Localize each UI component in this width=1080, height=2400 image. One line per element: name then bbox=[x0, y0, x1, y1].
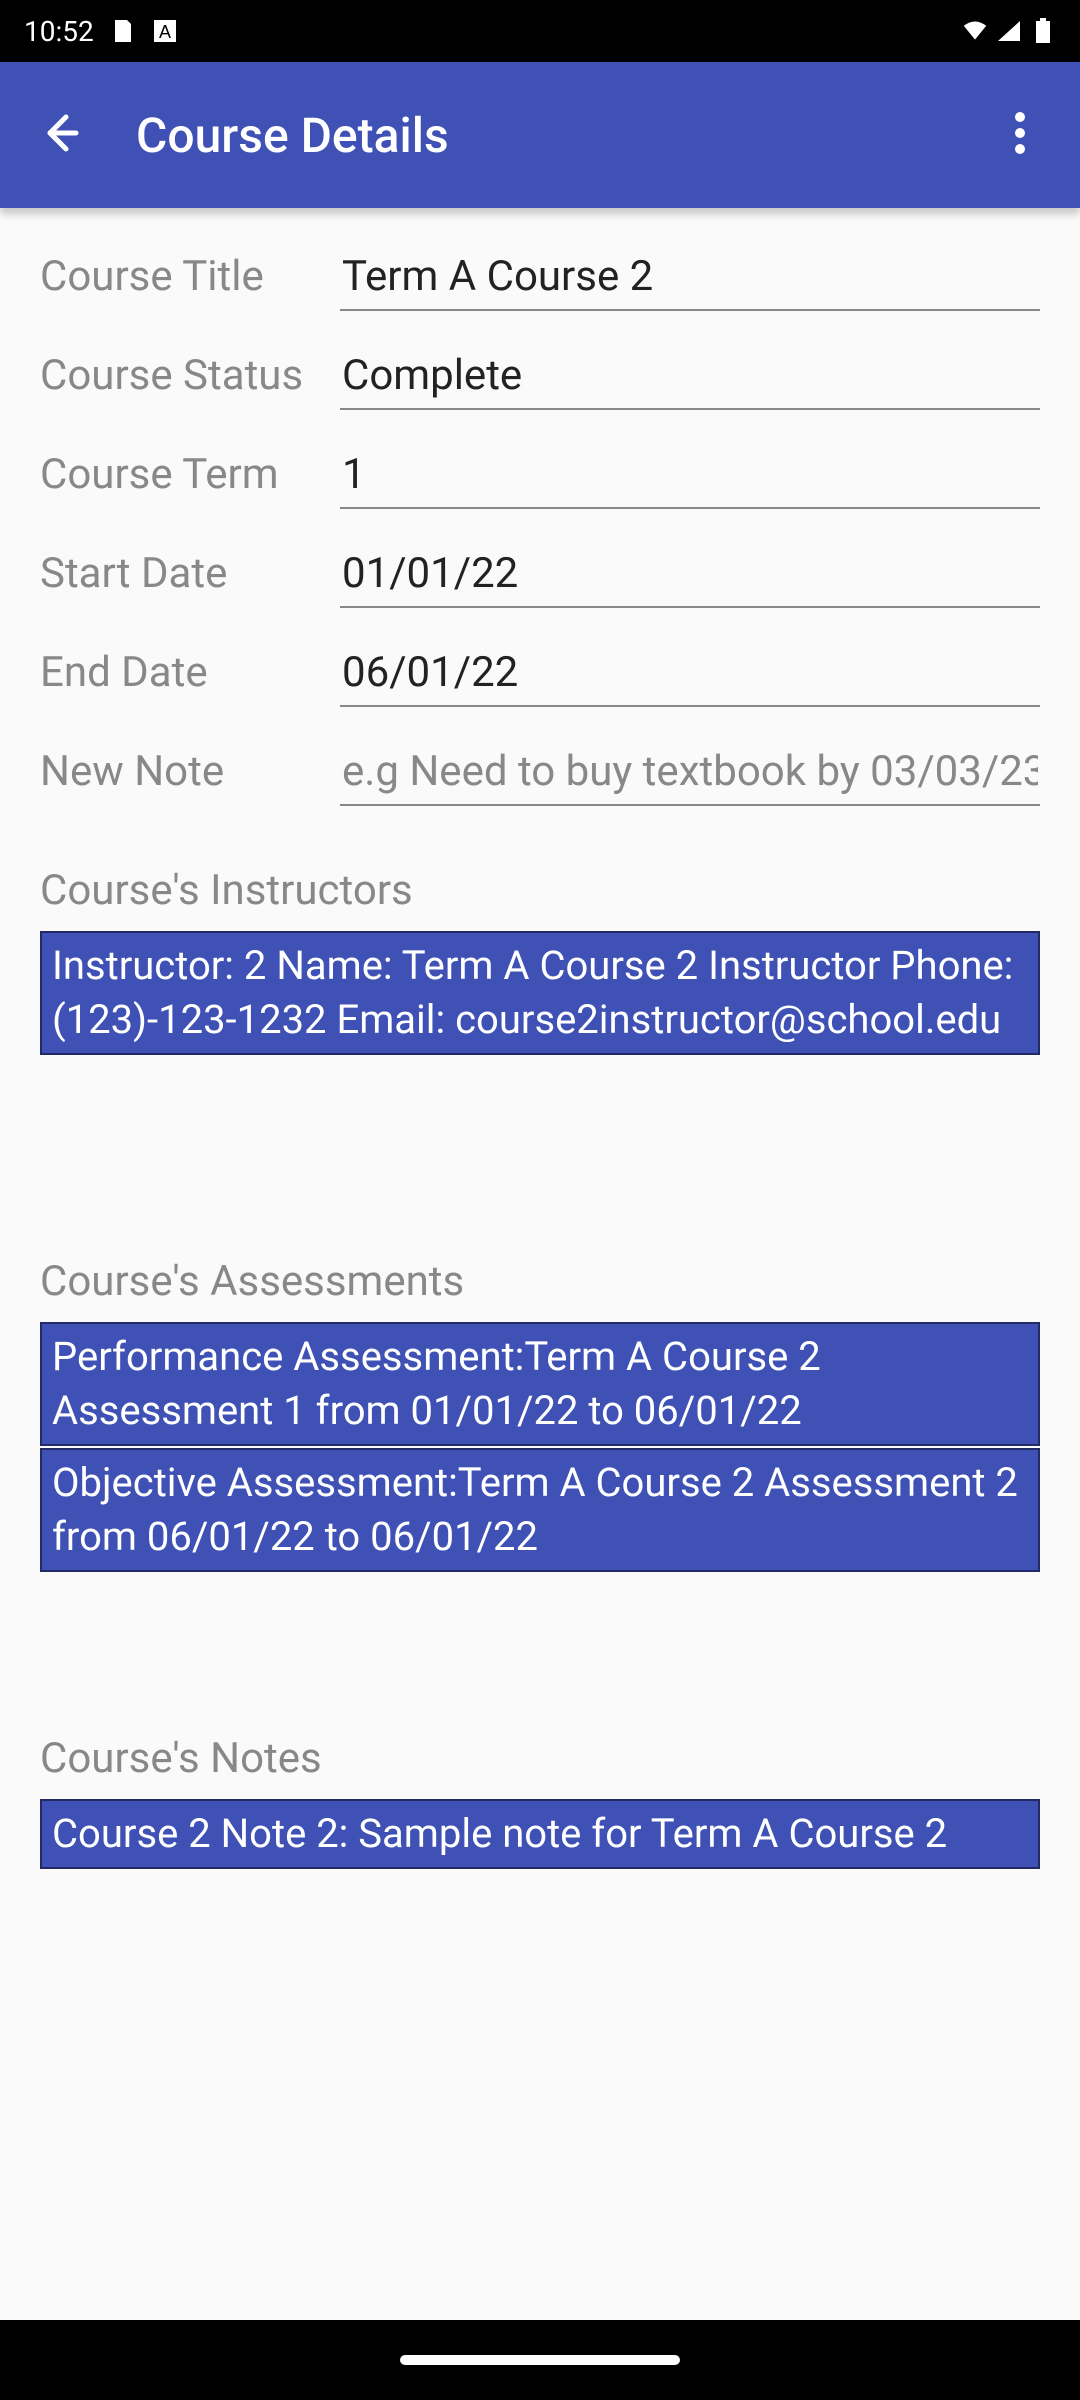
course-term-input[interactable] bbox=[340, 446, 1040, 509]
status-time: 10:52 bbox=[24, 15, 94, 48]
end-date-input[interactable] bbox=[340, 644, 1040, 707]
assessments-heading: Course's Assessments bbox=[40, 1257, 1040, 1306]
course-status-label: Course Status bbox=[40, 351, 340, 400]
end-date-row: End Date bbox=[40, 644, 1040, 707]
course-title-row: Course Title bbox=[40, 248, 1040, 311]
course-status-row: Course Status bbox=[40, 347, 1040, 410]
page-title: Course Details bbox=[136, 107, 984, 164]
instructor-item[interactable]: Instructor: 2 Name: Term A Course 2 Inst… bbox=[40, 931, 1040, 1055]
home-indicator[interactable] bbox=[400, 2355, 680, 2365]
status-bar: 10:52 A bbox=[0, 0, 1080, 62]
assessment-item[interactable]: Objective Assessment:Term A Course 2 Ass… bbox=[40, 1448, 1040, 1572]
navigation-bar bbox=[0, 2320, 1080, 2400]
wifi-icon bbox=[962, 18, 988, 44]
instructors-heading: Course's Instructors bbox=[40, 866, 1040, 915]
start-date-row: Start Date bbox=[40, 545, 1040, 608]
new-note-label: New Note bbox=[40, 747, 340, 796]
new-note-input[interactable] bbox=[340, 743, 1040, 806]
instructors-list: Instructor: 2 Name: Term A Course 2 Inst… bbox=[40, 931, 1040, 1055]
course-term-label: Course Term bbox=[40, 450, 340, 499]
sd-card-icon bbox=[110, 18, 136, 44]
more-options-button[interactable] bbox=[984, 99, 1056, 171]
course-title-label: Course Title bbox=[40, 252, 340, 301]
back-button[interactable] bbox=[24, 99, 96, 171]
content-area: Course Title Course Status Course Term S… bbox=[0, 208, 1080, 1911]
more-vertical-icon bbox=[1014, 111, 1026, 159]
assessment-item[interactable]: Performance Assessment:Term A Course 2 A… bbox=[40, 1322, 1040, 1446]
status-left: 10:52 A bbox=[24, 15, 178, 48]
app-bar: Course Details bbox=[0, 62, 1080, 208]
start-date-input[interactable] bbox=[340, 545, 1040, 608]
assessments-list: Performance Assessment:Term A Course 2 A… bbox=[40, 1322, 1040, 1572]
back-arrow-icon bbox=[38, 111, 82, 159]
end-date-label: End Date bbox=[40, 648, 340, 697]
signal-icon bbox=[996, 18, 1022, 44]
status-right bbox=[962, 18, 1056, 44]
note-item[interactable]: Course 2 Note 2: Sample note for Term A … bbox=[40, 1799, 1040, 1869]
course-title-input[interactable] bbox=[340, 248, 1040, 311]
battery-icon bbox=[1030, 18, 1056, 44]
letter-a-icon: A bbox=[152, 18, 178, 44]
notes-heading: Course's Notes bbox=[40, 1734, 1040, 1783]
notes-list: Course 2 Note 2: Sample note for Term A … bbox=[40, 1799, 1040, 1869]
course-status-input[interactable] bbox=[340, 347, 1040, 410]
new-note-row: New Note bbox=[40, 743, 1040, 806]
course-term-row: Course Term bbox=[40, 446, 1040, 509]
svg-text:A: A bbox=[159, 22, 171, 42]
start-date-label: Start Date bbox=[40, 549, 340, 598]
